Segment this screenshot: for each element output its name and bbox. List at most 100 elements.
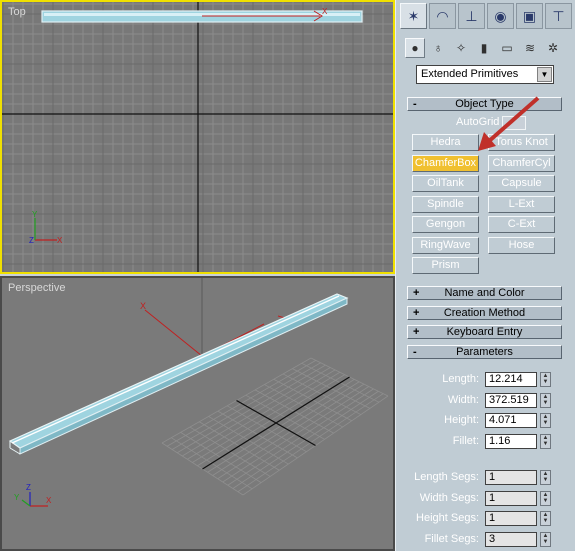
rollout-sign: -: [413, 98, 417, 110]
width-spinner[interactable]: ▲ ▼: [540, 392, 551, 408]
shapes-icon: ♁: [433, 41, 443, 55]
rollout-sign: -: [413, 345, 417, 358]
utilities-tab[interactable]: ⊤: [545, 3, 572, 29]
rollout-sign: +: [413, 326, 420, 338]
top-tripod-z-label: Z: [29, 236, 34, 245]
rollout-sign: +: [413, 306, 420, 319]
rollout-title: Name and Color: [444, 287, 525, 299]
rollout-title: Parameters: [456, 345, 513, 358]
length-label: Length:: [442, 373, 479, 385]
rollout-header-keyboard-entry[interactable]: + Keyboard Entry: [407, 325, 562, 339]
perspective-gizmo-x: [144, 309, 203, 357]
hierarchy-tab[interactable]: ⊥: [458, 3, 485, 29]
top-tripod-x-label: X: [57, 236, 63, 245]
top-viewport[interactable]: X X Y Z Top: [0, 0, 395, 274]
command-panel-tabs: ✶ ◠ ⊥ ◉ ▣ ⊤: [396, 0, 575, 34]
object-button-chamferbox[interactable]: ChamferBox: [412, 154, 479, 172]
perspective-tripod-y-label: Y: [14, 493, 20, 502]
rollout-sign: +: [413, 287, 420, 299]
rollout-title: Keyboard Entry: [446, 326, 523, 338]
systems-icon: ✲: [547, 41, 559, 55]
curve-icon: ◠: [436, 7, 449, 24]
chevron-down-icon[interactable]: ▼: [537, 67, 552, 82]
width-segs-field[interactable]: 1: [485, 490, 537, 506]
category-dropdown[interactable]: Extended Primitives ▼: [416, 65, 554, 84]
rollout-header-name-and-color[interactable]: + Name and Color: [407, 286, 562, 300]
height-spinner[interactable]: ▲ ▼: [540, 413, 551, 428]
motion-icon: ◉: [494, 7, 507, 24]
perspective-tripod-y: [21, 499, 31, 507]
object-button-prism[interactable]: Prism: [412, 257, 479, 274]
hierarchy-icon: ⊥: [465, 7, 478, 24]
height-label: Height:: [444, 414, 479, 426]
object-button-hose[interactable]: Hose: [488, 236, 555, 254]
lights-button[interactable]: ✧: [451, 38, 471, 58]
perspective-tripod-z-label: Z: [26, 483, 31, 492]
width-label: Width:: [447, 393, 479, 406]
helpers-icon: ▭: [501, 41, 513, 55]
object-button-chamfercyl[interactable]: ChamferCyl: [488, 154, 555, 172]
fillet-spinner[interactable]: ▲ ▼: [540, 433, 551, 449]
modify-tab[interactable]: ◠: [429, 3, 456, 29]
object-button-l-ext[interactable]: L-Ext: [488, 195, 555, 213]
height-segs-spinner[interactable]: ▲ ▼: [540, 511, 551, 526]
top-grid: X X Y Z: [2, 2, 393, 272]
object-button-gengon[interactable]: Gengon: [412, 216, 479, 233]
height-segs-field[interactable]: 1: [485, 511, 537, 526]
length-segs-spinner[interactable]: ▲ ▼: [540, 470, 551, 485]
wand-icon: ✶: [407, 7, 420, 24]
motion-tab[interactable]: ◉: [487, 3, 514, 29]
systems-button[interactable]: ✲: [543, 38, 563, 58]
fillet-field[interactable]: 1.16: [485, 433, 537, 449]
rollout-header-parameters[interactable]: - Parameters: [407, 344, 562, 359]
rollout-title: Creation Method: [443, 306, 526, 319]
object-type-rollout-header[interactable]: - Object Type: [407, 97, 562, 111]
length-segs-field[interactable]: 1: [485, 470, 537, 485]
length-segs-label: Length Segs:: [414, 471, 479, 483]
hammer-icon: ⊤: [552, 7, 565, 24]
top-viewport-label[interactable]: Top: [8, 6, 26, 18]
spacewarps-button[interactable]: ≋: [520, 38, 540, 58]
helpers-button[interactable]: ▭: [497, 38, 517, 58]
fillet-segs-label: Fillet Segs:: [424, 532, 479, 545]
fillet-segs-field[interactable]: 3: [485, 531, 537, 547]
perspective-tripod-x-label: X: [46, 496, 52, 505]
length-field[interactable]: 12.214: [485, 372, 537, 387]
sphere-icon: ●: [411, 41, 419, 55]
fillet-label: Fillet:: [452, 434, 479, 447]
object-button-hedra[interactable]: Hedra: [412, 134, 479, 151]
spacewarps-icon: ≋: [524, 41, 536, 55]
perspective-gizmo-x-label: X: [140, 301, 146, 311]
cameras-button[interactable]: ▮: [474, 38, 494, 58]
object-button-ringwave[interactable]: RingWave: [412, 236, 479, 254]
lights-icon: ✧: [455, 41, 467, 55]
perspective-viewport-label[interactable]: Perspective: [8, 282, 65, 294]
autogrid-checkbox[interactable]: [502, 116, 526, 130]
display-icon: ▣: [522, 7, 537, 24]
object-button-c-ext[interactable]: C-Ext: [488, 216, 555, 233]
height-field[interactable]: 4.071: [485, 413, 537, 428]
width-field[interactable]: 372.519: [485, 392, 537, 408]
category-dropdown-value: Extended Primitives: [421, 68, 519, 80]
width-segs-spinner[interactable]: ▲ ▼: [540, 490, 551, 506]
rollout-header-creation-method[interactable]: + Creation Method: [407, 305, 562, 320]
length-spinner[interactable]: ▲ ▼: [540, 372, 551, 387]
object-button-torus-knot[interactable]: Torus Knot: [488, 134, 555, 151]
height-segs-label: Height Segs:: [416, 512, 479, 524]
shapes-button[interactable]: ♁: [428, 38, 448, 58]
autogrid-label: AutoGrid: [456, 116, 500, 128]
rollout-title: Object Type: [455, 98, 514, 110]
command-panel: ✶ ◠ ⊥ ◉ ▣ ⊤ ● ♁ ✧ ▮ ▭ ≋ ✲ Extended Primi…: [395, 0, 575, 551]
create-tab[interactable]: ✶: [400, 3, 427, 29]
perspective-viewport[interactable]: X X ZY Perspective: [0, 276, 395, 551]
top-tripod-y-label: Y: [32, 210, 38, 219]
object-button-capsule[interactable]: Capsule: [488, 175, 555, 192]
camera-icon: ▮: [480, 41, 488, 55]
geometry-button[interactable]: ●: [405, 38, 425, 58]
object-button-spindle[interactable]: Spindle: [412, 195, 479, 213]
fillet-segs-spinner[interactable]: ▲ ▼: [540, 531, 551, 547]
object-button-oiltank[interactable]: OilTank: [412, 175, 479, 192]
create-category-bar: ● ♁ ✧ ▮ ▭ ≋ ✲: [396, 36, 575, 60]
display-tab[interactable]: ▣: [516, 3, 543, 29]
width-segs-label: Width Segs:: [419, 491, 479, 504]
